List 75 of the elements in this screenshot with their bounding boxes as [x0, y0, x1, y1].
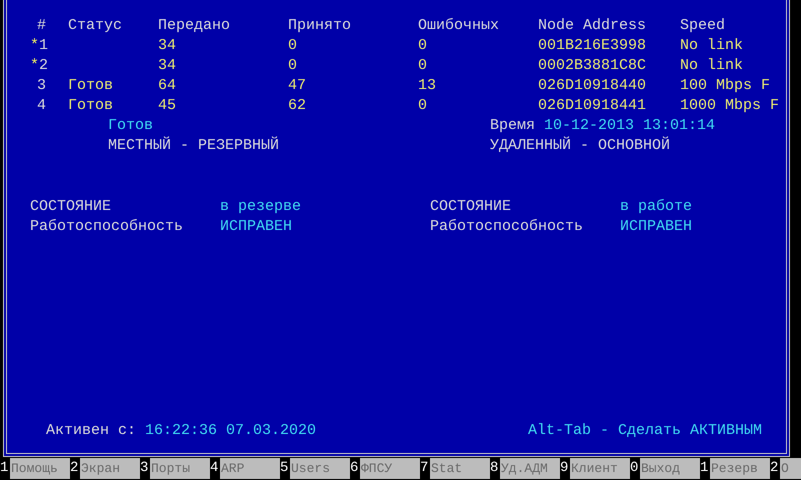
row-number: 3: [36, 77, 46, 94]
function-key-number: 5: [280, 459, 290, 478]
row-marker: *: [30, 37, 40, 54]
hotkey-hint: Alt-Tab - Сделать АКТИВНЫМ: [528, 421, 762, 441]
active-since: 16:22:36 07.03.2020: [145, 422, 316, 439]
time-value: 10-12-2013 13:01:14: [544, 117, 716, 134]
column-header: Принято: [288, 16, 352, 36]
column-header: Статус: [68, 16, 124, 36]
row-number: 4: [36, 97, 46, 114]
function-key-button[interactable]: Уд.АДМ: [500, 458, 560, 479]
function-key-button[interactable]: Stat: [430, 458, 490, 479]
table-cell: 45: [158, 97, 176, 114]
row-number: 1: [39, 37, 48, 54]
table-cell: 64: [158, 77, 176, 94]
table-cell: No link: [680, 57, 744, 74]
row-number: 2: [39, 57, 48, 74]
state-label: СОСТОЯНИЕ: [430, 198, 512, 215]
column-header: Передано: [158, 16, 232, 36]
table-cell: Готов: [68, 97, 114, 114]
function-key-number: 9: [560, 459, 570, 478]
table-cell: 100 Mbps F: [680, 77, 770, 94]
table-cell: 0002B3881C8C: [538, 57, 646, 74]
function-key-number: 0: [630, 459, 640, 478]
remote-role: УДАЛЕННЫЙ - ОСНОВНОЙ: [490, 136, 672, 156]
table-cell: 0: [288, 37, 298, 54]
function-key-number: 7: [420, 459, 430, 478]
state-value: в работе: [620, 198, 692, 215]
table-cell: 0: [418, 57, 428, 74]
row-marker: *: [30, 57, 40, 74]
state-label: СОСТОЯНИЕ: [30, 198, 112, 215]
function-key-button[interactable]: Клиент: [570, 458, 630, 479]
table-cell: 026D10918440: [538, 77, 646, 94]
function-key-button[interactable]: Резерв: [710, 458, 770, 479]
table-cell: 0: [418, 37, 428, 54]
function-key-button[interactable]: Выход: [640, 458, 700, 479]
function-key-number: 1: [700, 459, 710, 478]
function-key-button[interactable]: Порты: [150, 458, 210, 479]
table-cell: 34: [158, 57, 176, 74]
time-label: Время: [490, 117, 536, 134]
health-value: ИСПРАВЕН: [620, 218, 692, 235]
function-key-button[interactable]: Экран: [80, 458, 140, 479]
column-header: #: [36, 16, 47, 36]
health-value: ИСПРАВЕН: [220, 218, 292, 235]
function-key-button[interactable]: Помощь: [10, 458, 70, 479]
function-key-button[interactable]: О: [780, 458, 801, 479]
table-cell: 0: [288, 57, 298, 74]
active-label: Активен с:: [46, 422, 136, 439]
function-key-number: 1: [0, 459, 10, 478]
function-key-button[interactable]: Users: [290, 458, 350, 479]
column-header: Speed: [680, 16, 726, 36]
function-key-number: 2: [770, 459, 780, 478]
state-value: в резерве: [220, 198, 302, 215]
local-status: Готов: [108, 116, 154, 136]
function-key-number: 6: [350, 459, 360, 478]
function-key-number: 2: [70, 459, 80, 478]
health-label: Работоспособность: [430, 218, 584, 235]
table-cell: 62: [288, 97, 306, 114]
column-header: Ошибочных: [418, 16, 500, 36]
column-header: Node Address: [538, 16, 648, 36]
table-cell: 47: [288, 77, 306, 94]
table-cell: 001B216E3998: [538, 37, 646, 54]
health-label: Работоспособность: [30, 218, 184, 235]
function-key-button[interactable]: ФПСУ: [360, 458, 420, 479]
table-cell: No link: [680, 37, 744, 54]
table-cell: 0: [418, 97, 428, 114]
function-key-button[interactable]: ARP: [220, 458, 280, 479]
table-cell: 026D10918441: [538, 97, 646, 114]
table-cell: 13: [418, 77, 436, 94]
local-role: МЕСТНЫЙ - РЕЗЕРВНЫЙ: [108, 136, 280, 156]
function-key-number: 4: [210, 459, 220, 478]
table-cell: 1000 Mbps F: [680, 97, 780, 114]
table-cell: 34: [158, 37, 176, 54]
function-key-number: 8: [490, 459, 500, 478]
function-key-number: 3: [140, 459, 150, 478]
table-cell: Готов: [68, 77, 114, 94]
